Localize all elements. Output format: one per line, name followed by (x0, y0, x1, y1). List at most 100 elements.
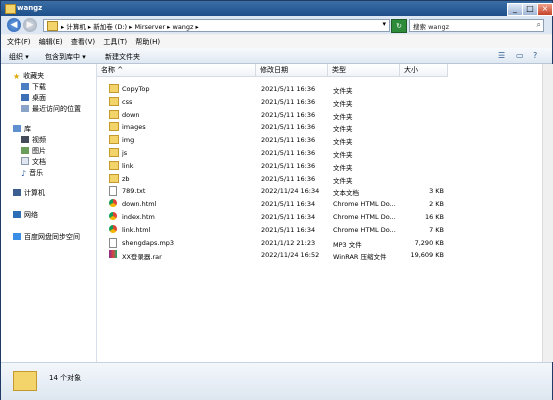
table-row[interactable]: shengdaps.mp3 2021/1/12 21:23 MP3 文件 7,290 … (97, 237, 542, 249)
nav-desktop[interactable]: 桌面 (21, 93, 46, 103)
menu-bar: 文件(F) 编辑(E) 查看(V) 工具(T) 帮助(H) (1, 35, 552, 48)
desktop-icon (21, 94, 29, 101)
folder-icon (47, 21, 58, 31)
nav-baidu-sync[interactable]: 百度网盘同步空间 (13, 232, 80, 242)
file-list: 名称 ^ 修改日期 类型 大小 CopyTop 2021/5/11 16:36 文件… (97, 64, 542, 362)
file-name: js (122, 149, 128, 157)
search-input[interactable]: 搜索 wangz ⌕ (409, 19, 544, 32)
column-size[interactable]: 大小 (400, 64, 448, 77)
table-row[interactable]: CopyTop 2021/5/11 16:36 文件夹 (97, 83, 542, 95)
nav-computer[interactable]: 计算机 (13, 188, 45, 198)
nav-documents[interactable]: 文档 (21, 157, 46, 167)
file-name: images (122, 123, 146, 132)
nav-libraries[interactable]: 库 (13, 124, 31, 134)
file-size: 16 KB (424, 213, 444, 221)
table-row[interactable]: down.html 2021/5/11 16:34 Chrome HTML Do..… (97, 198, 542, 210)
star-icon: ★ (13, 72, 21, 81)
file-type: 文件夹 (333, 176, 353, 185)
nav-downloads[interactable]: 下载 (21, 82, 46, 92)
nav-videos[interactable]: 视频 (21, 135, 46, 145)
txt-icon (109, 186, 117, 197)
file-name: 789.txt (122, 187, 146, 196)
refresh-button[interactable]: ↻ (391, 19, 407, 33)
command-bar: 组织 ▾ 包含到库中 ▾ 新建文件夹 ☰ ▭ ? (1, 48, 552, 64)
scrollbar[interactable] (542, 64, 553, 362)
title-bar[interactable]: wangz _ □ × (1, 1, 553, 16)
file-date: 2022/11/24 16:34 (261, 187, 320, 196)
menu-edit[interactable]: 编辑(E) (39, 37, 63, 47)
network-icon (13, 211, 21, 218)
column-date[interactable]: 修改日期 (256, 64, 328, 77)
file-name: XX登录器.rar (122, 253, 162, 262)
folder-icon (109, 173, 119, 183)
table-row[interactable]: down 2021/5/11 16:36 文件夹 (97, 109, 542, 121)
nav-music[interactable]: ♪ 音乐 (21, 168, 43, 178)
breadcrumb[interactable]: ▸ 计算机 ▸ 新加卷 (D:) ▸ Mirserver ▸ wangz ▸ (61, 21, 199, 31)
table-row[interactable]: link 2021/5/11 16:36 文件夹 (97, 160, 542, 172)
folder-icon (109, 160, 119, 170)
new-folder-button[interactable]: 新建文件夹 (105, 52, 140, 62)
maximize-button[interactable]: □ (522, 3, 538, 16)
folder-icon (109, 84, 119, 93)
search-icon[interactable]: ⌕ (537, 20, 541, 30)
table-row[interactable]: js 2021/5/11 16:36 文件夹 (97, 147, 542, 159)
organize-button[interactable]: 组织 ▾ (9, 52, 29, 62)
address-bar[interactable]: ▸ 计算机 ▸ 新加卷 (D:) ▸ Mirserver ▸ wangz ▸ ▾ (43, 19, 390, 32)
menu-file[interactable]: 文件(F) (7, 37, 31, 47)
navigation-pane: ★收藏夹 下载 桌面 最近访问的位置 库 视频 图片 文档 ♪音乐 计算机 (1, 64, 97, 362)
chrome-icon (109, 199, 117, 208)
minimize-button[interactable]: _ (507, 3, 523, 16)
file-name: css (122, 97, 133, 106)
file-name: zb (122, 174, 130, 183)
close-button[interactable]: × (537, 3, 553, 16)
file-type: 文件夹 (333, 87, 353, 95)
nav-network[interactable]: 网络 (13, 210, 38, 220)
chevron-down-icon[interactable]: ▾ (382, 20, 386, 28)
file-name: link (122, 161, 134, 170)
file-name: CopyTop (122, 85, 150, 93)
file-name: shengdaps.mp3 (122, 238, 175, 247)
status-bar: 14 个对象 (1, 362, 552, 400)
preview-pane-icon[interactable]: ▭ (516, 51, 524, 60)
nav-favorites[interactable]: ★ 收藏夹 (13, 71, 44, 81)
nav-recent[interactable]: 最近访问的位置 (21, 104, 81, 114)
file-date: 2021/5/11 16:36 (261, 149, 316, 157)
file-name: link.html (122, 225, 151, 234)
file-size: 3 KB (429, 187, 444, 196)
file-type: MP3 文件 (333, 240, 362, 249)
include-in-library-button[interactable]: 包含到库中 ▾ (45, 52, 86, 62)
help-icon[interactable]: ? (533, 51, 537, 60)
table-row[interactable]: link.html 2021/5/11 16:34 Chrome HTML Do..… (97, 224, 542, 236)
file-name: img (122, 136, 135, 145)
file-type: 文件夹 (333, 99, 353, 108)
view-options-icon[interactable]: ☰ (498, 51, 505, 60)
table-row[interactable]: images 2021/5/11 16:36 文件夹 (97, 121, 542, 133)
table-row[interactable]: XX登录器.rar 2022/11/24 16:52 WinRAR 压缩文件 19,6… (97, 249, 542, 261)
file-size: 19,609 KB (410, 251, 444, 260)
table-row[interactable]: zb 2021/5/11 16:36 文件夹 (97, 173, 542, 185)
download-icon (21, 83, 29, 90)
back-button[interactable]: ◀ (7, 18, 21, 32)
file-name: down (122, 110, 140, 119)
column-name[interactable]: 名称 ^ (97, 64, 256, 77)
file-type: 文本文档 (333, 189, 359, 198)
menu-help[interactable]: 帮助(H) (135, 37, 160, 47)
file-date: 2021/5/11 16:36 (261, 174, 316, 183)
file-size: 7,290 KB (414, 238, 444, 247)
file-name: index.htm (122, 213, 155, 221)
table-row[interactable]: css 2021/5/11 16:36 文件夹 (97, 96, 542, 108)
file-type: 文件夹 (333, 112, 353, 121)
table-row[interactable]: index.htm 2021/5/11 16:34 Chrome HTML Do..… (97, 211, 542, 223)
file-type: 文件夹 (333, 138, 353, 147)
menu-tools[interactable]: 工具(T) (103, 37, 127, 47)
picture-icon (21, 147, 29, 154)
file-type: Chrome HTML Do... (333, 200, 396, 209)
menu-view[interactable]: 查看(V) (71, 37, 95, 47)
table-row[interactable]: img 2021/5/11 16:36 文件夹 (97, 134, 542, 146)
column-type[interactable]: 类型 (328, 64, 400, 77)
table-row[interactable]: 789.txt 2022/11/24 16:34 文本文档 3 KB (97, 185, 542, 197)
folder-icon (13, 371, 37, 391)
forward-button[interactable]: ▶ (23, 18, 37, 32)
nav-pictures[interactable]: 图片 (21, 146, 46, 156)
folder-icon (109, 122, 119, 132)
